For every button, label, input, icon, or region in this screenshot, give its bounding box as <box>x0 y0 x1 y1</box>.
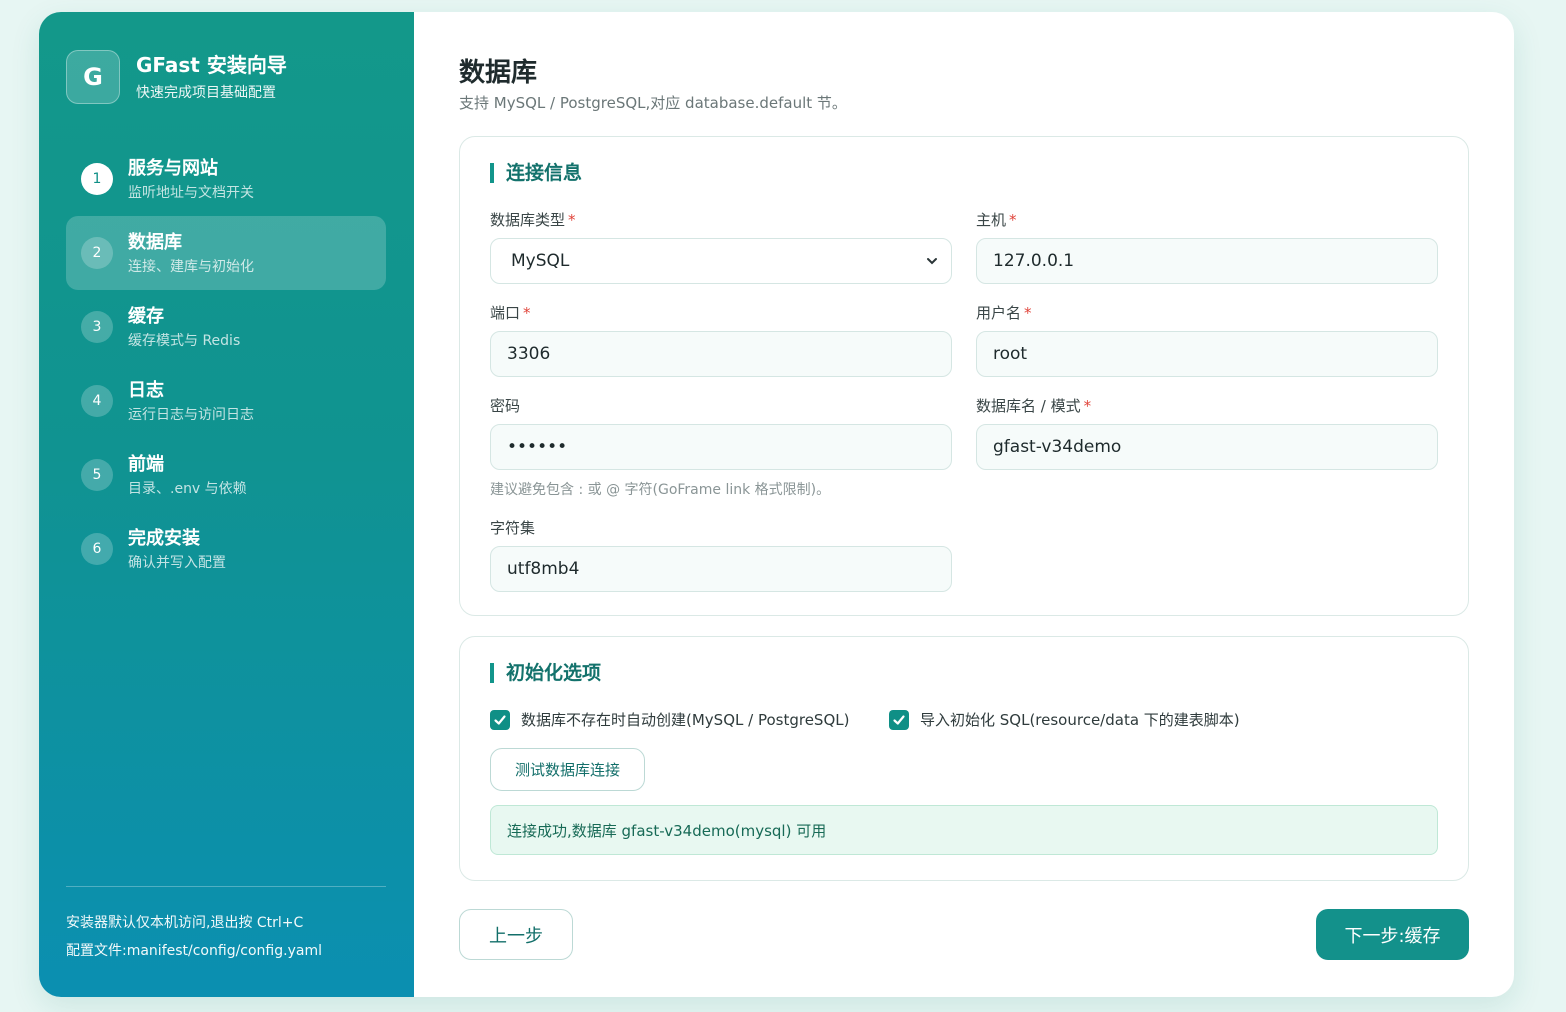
step-number: 3 <box>81 311 113 343</box>
charset-label: 字符集 <box>490 519 536 537</box>
step-cache[interactable]: 3 缓存 缓存模式与 Redis <box>66 290 386 364</box>
auto-create-label: 数据库不存在时自动创建(MySQL / PostgreSQL) <box>521 711 850 729</box>
step-title: 服务与网站 <box>128 157 218 179</box>
brand-logo: G <box>66 50 120 104</box>
port-input[interactable]: 3306 <box>490 331 952 377</box>
step-title: 完成安装 <box>128 527 200 549</box>
sidebar-footer: 安装器默认仅本机访问,退出按 Ctrl+C 配置文件:manifest/conf… <box>66 886 386 965</box>
init-card: 初始化选项 数据库不存在时自动创建(MySQL / PostgreSQL) 导入… <box>459 636 1469 881</box>
footer-config-path: 配置文件:manifest/config/config.yaml <box>66 943 322 959</box>
chevron-down-icon <box>927 258 937 265</box>
charset-input[interactable]: utf8mb4 <box>490 546 952 592</box>
password-field: 密码 •••••• <box>490 395 952 470</box>
step-finish[interactable]: 6 完成安装 确认并写入配置 <box>66 512 386 586</box>
step-number: 1 <box>81 163 113 195</box>
checkbox[interactable] <box>490 709 510 730</box>
charset-field: 字符集 utf8mb4 <box>490 517 952 592</box>
step-title: 日志 <box>128 379 164 401</box>
installer-window: G GFast 安装向导 快速完成项目基础配置 1 服务与网站 监听地址与文档开… <box>39 12 1514 997</box>
step-database[interactable]: 2 数据库 连接、建库与初始化 <box>66 216 386 290</box>
step-subtitle: 缓存模式与 Redis <box>128 332 241 349</box>
card-title: 连接信息 <box>490 163 582 183</box>
brand-title: GFast 安装向导 <box>136 53 287 77</box>
step-number: 2 <box>81 237 113 269</box>
db-type-select[interactable]: MySQL <box>490 238 952 284</box>
db-type-label: 数据库类型 * <box>490 211 576 229</box>
step-number: 6 <box>81 533 113 565</box>
step-subtitle: 确认并写入配置 <box>128 554 226 571</box>
connection-card: 连接信息 数据库类型 * MySQL 主机 * 127.0.0.1 端口 * 3306… <box>459 136 1469 616</box>
dbname-label: 数据库名 / 模式 * <box>976 397 1092 415</box>
brand: G GFast 安装向导 快速完成项目基础配置 <box>66 50 287 104</box>
footer-access-note: 安装器默认仅本机访问,退出按 Ctrl+C <box>66 915 304 931</box>
port-label: 端口 * <box>490 304 531 322</box>
check-icon <box>893 714 905 725</box>
next-button[interactable]: 下一步:缓存 <box>1316 909 1469 960</box>
username-label: 用户名 * <box>976 304 1032 322</box>
page-subtitle: 支持 MySQL / PostgreSQL,对应 database.defaul… <box>459 94 847 112</box>
main-panel: 数据库 支持 MySQL / PostgreSQL,对应 database.de… <box>414 12 1514 997</box>
import-sql-option[interactable]: 导入初始化 SQL(resource/data 下的建表脚本) <box>889 709 1240 730</box>
host-field: 主机 * 127.0.0.1 <box>976 209 1438 284</box>
checkbox[interactable] <box>889 709 909 730</box>
sidebar: G GFast 安装向导 快速完成项目基础配置 1 服务与网站 监听地址与文档开… <box>39 12 414 997</box>
host-input[interactable]: 127.0.0.1 <box>976 238 1438 284</box>
step-title: 缓存 <box>128 305 164 327</box>
step-number: 5 <box>81 459 113 491</box>
dbname-input[interactable]: gfast-v34demo <box>976 424 1438 470</box>
dbname-field: 数据库名 / 模式 * gfast-v34demo <box>976 395 1438 470</box>
step-subtitle: 目录、.env 与依赖 <box>128 480 247 497</box>
prev-button[interactable]: 上一步 <box>459 909 573 960</box>
password-hint: 建议避免包含 : 或 @ 字符(GoFrame link 格式限制)。 <box>490 482 831 498</box>
password-label: 密码 <box>490 397 521 415</box>
step-log[interactable]: 4 日志 运行日志与访问日志 <box>66 364 386 438</box>
password-input[interactable]: •••••• <box>490 424 952 470</box>
username-input[interactable]: root <box>976 331 1438 377</box>
step-subtitle: 监听地址与文档开关 <box>128 184 254 201</box>
success-message: 连接成功,数据库 gfast-v34demo(mysql) 可用 <box>490 805 1438 855</box>
db-type-field: 数据库类型 * MySQL <box>490 209 952 284</box>
page-title: 数据库 <box>459 58 538 88</box>
host-label: 主机 * <box>976 211 1017 229</box>
step-subtitle: 连接、建库与初始化 <box>128 258 254 275</box>
step-subtitle: 运行日志与访问日志 <box>128 406 254 423</box>
username-field: 用户名 * root <box>976 302 1438 377</box>
import-sql-label: 导入初始化 SQL(resource/data 下的建表脚本) <box>920 711 1240 729</box>
step-frontend[interactable]: 5 前端 目录、.env 与依赖 <box>66 438 386 512</box>
step-title: 数据库 <box>128 231 182 253</box>
port-field: 端口 * 3306 <box>490 302 952 377</box>
step-service[interactable]: 1 服务与网站 监听地址与文档开关 <box>66 142 386 216</box>
card-title: 初始化选项 <box>490 663 601 683</box>
step-list: 1 服务与网站 监听地址与文档开关 2 数据库 连接、建库与初始化 3 缓存 缓… <box>66 142 386 586</box>
brand-subtitle: 快速完成项目基础配置 <box>136 85 276 101</box>
check-icon <box>494 714 506 725</box>
step-number: 4 <box>81 385 113 417</box>
step-title: 前端 <box>128 453 164 475</box>
auto-create-option[interactable]: 数据库不存在时自动创建(MySQL / PostgreSQL) <box>490 709 849 730</box>
test-connection-button[interactable]: 测试数据库连接 <box>490 748 645 791</box>
